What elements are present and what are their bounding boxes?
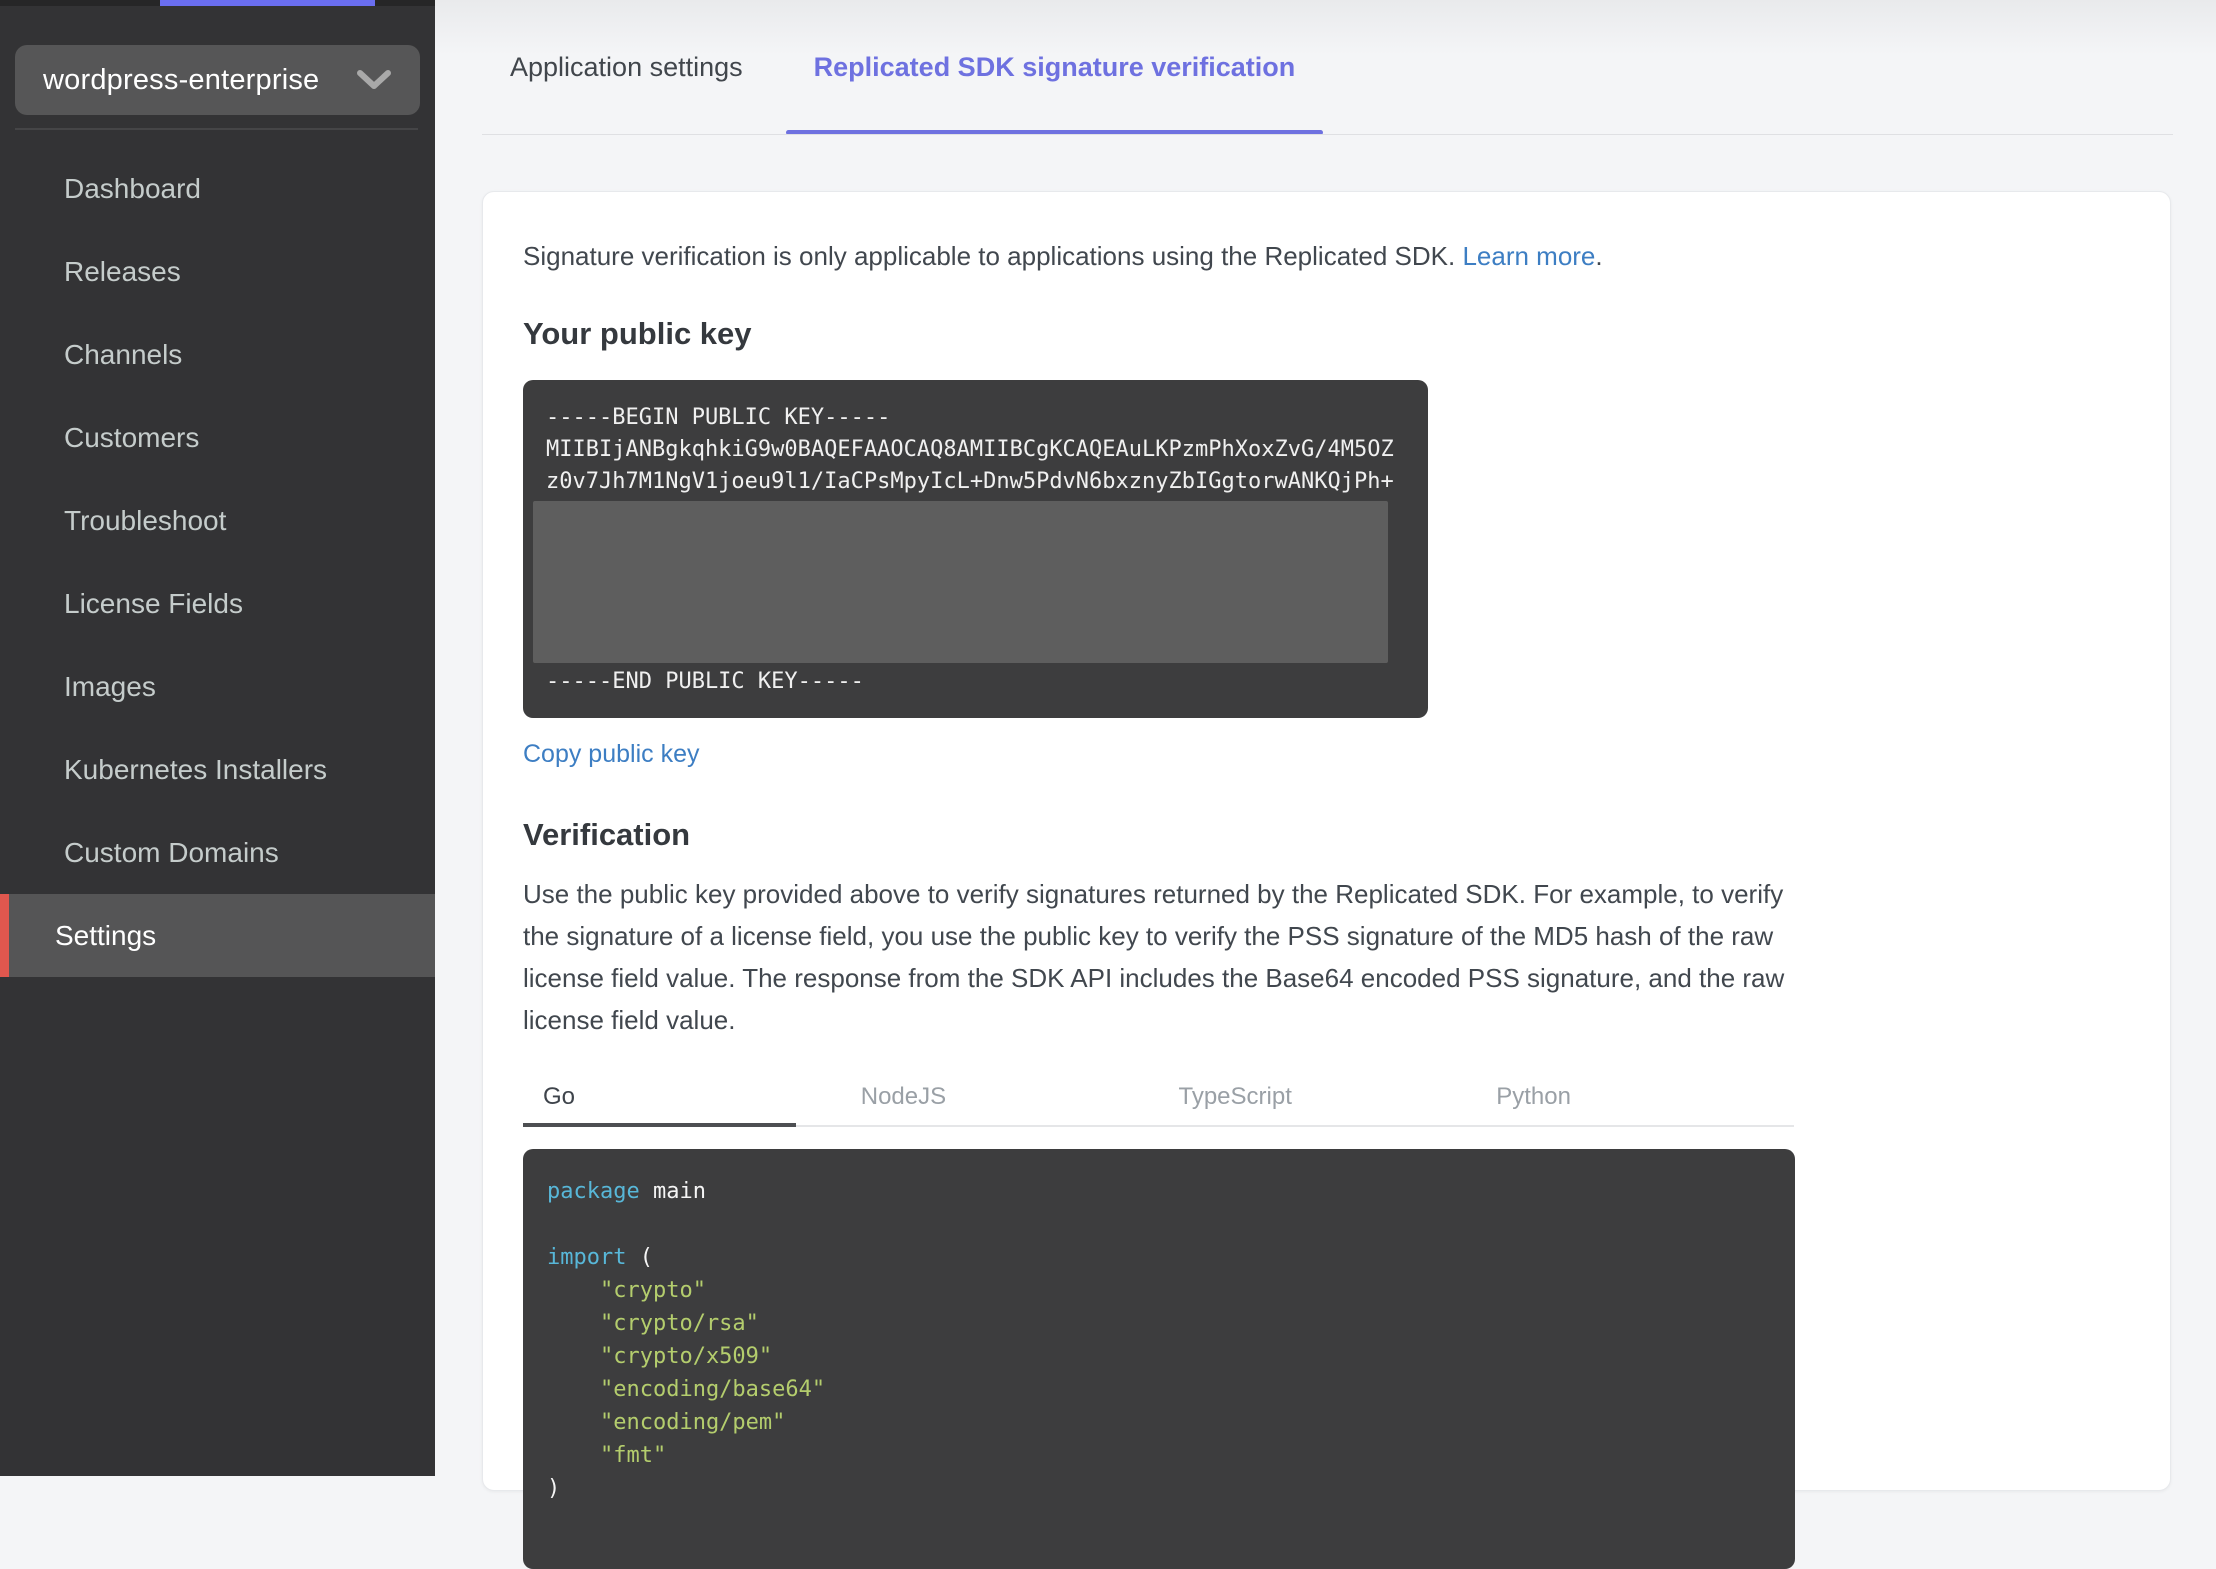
sidebar-item-channels[interactable]: Channels [0,313,435,396]
intro-text-suffix: . [1595,241,1603,271]
sidebar-item-troubleshoot[interactable]: Troubleshoot [0,479,435,562]
settings-tabbar: Application settings Replicated SDK signa… [510,0,1323,135]
sidebar-nav: Dashboard Releases Channels Customers Troubl… [0,147,435,977]
code-tab-typescript[interactable]: TypeScript [1159,1069,1477,1125]
code-block: package main import ( "crypto" "crypto/r… [523,1149,1795,1569]
chevron-down-icon [356,69,392,91]
sdk-verification-card: Signature verification is only applicabl… [482,191,2171,1569]
code-line: ) [547,1476,561,1501]
learn-more-link[interactable]: Learn more [1462,241,1595,271]
copy-public-key-link[interactable]: Copy public key [523,740,699,769]
tab-application-settings[interactable]: Application settings [510,0,743,135]
tab-replicated-sdk-signature-verification[interactable]: Replicated SDK signature verification [785,0,1323,135]
public-key-line: -----END PUBLIC KEY----- [546,669,864,694]
sidebar-item-releases[interactable]: Releases [0,230,435,313]
public-key-line: MIIBIjANBgkqhkiG9w0BAQEFAAOCAQ8AMIIBCgKC… [546,437,1394,462]
sidebar-item-kubernetes-installers[interactable]: Kubernetes Installers [0,728,435,811]
code-tab-python[interactable]: Python [1476,1069,1794,1125]
code-line: "crypto/rsa" [547,1311,759,1336]
public-key-line: -----BEGIN PUBLIC KEY----- [546,405,891,430]
code-line: import ( [547,1245,653,1270]
code-line: package main [547,1179,706,1204]
code-tab-go[interactable]: Go [523,1069,841,1127]
code-line: "fmt" [547,1443,667,1468]
tabbar-divider [482,134,2173,135]
sidebar-divider [15,128,418,130]
top-strip [0,0,435,6]
public-key-heading: Your public key [523,316,752,351]
sidebar-item-settings[interactable]: Settings [0,894,435,977]
sidebar-item-customers[interactable]: Customers [0,396,435,479]
verification-heading: Verification [523,817,691,852]
public-key-block: -----BEGIN PUBLIC KEY----- MIIBIjANBgkqh… [523,380,1428,718]
intro-text-main: Signature verification is only applicabl… [523,241,1463,271]
code-tab-nodejs[interactable]: NodeJS [841,1069,1159,1125]
app-selector-value: wordpress-enterprise [43,63,320,96]
code-line: "crypto" [547,1278,706,1303]
sidebar: wordpress-enterprise Dashboard Releases Ch… [0,0,435,1476]
top-accent-bar [160,0,375,6]
app-selector[interactable]: wordpress-enterprise [15,45,420,115]
public-key-line: z0v7Jh7M1NgV1joeu9l1/IaCPsMpyIcL+Dnw5Pdv… [546,469,1394,494]
intro-text: Signature verification is only applicabl… [523,236,1803,276]
verification-body: Use the public key provided above to ver… [523,879,1785,1035]
sidebar-item-images[interactable]: Images [0,645,435,728]
sidebar-item-license-fields[interactable]: License Fields [0,562,435,645]
main-area: Application settings Replicated SDK signa… [435,0,2216,1569]
sidebar-item-custom-domains[interactable]: Custom Domains [0,811,435,894]
code-line: "encoding/pem" [547,1410,786,1435]
code-line: "crypto/x509" [547,1344,773,1369]
code-line: "encoding/base64" [547,1377,826,1402]
public-key-redacted-overlay [533,501,1388,663]
sidebar-item-dashboard[interactable]: Dashboard [0,147,435,230]
code-language-tabs: Go NodeJS TypeScript Python [523,1069,1794,1127]
